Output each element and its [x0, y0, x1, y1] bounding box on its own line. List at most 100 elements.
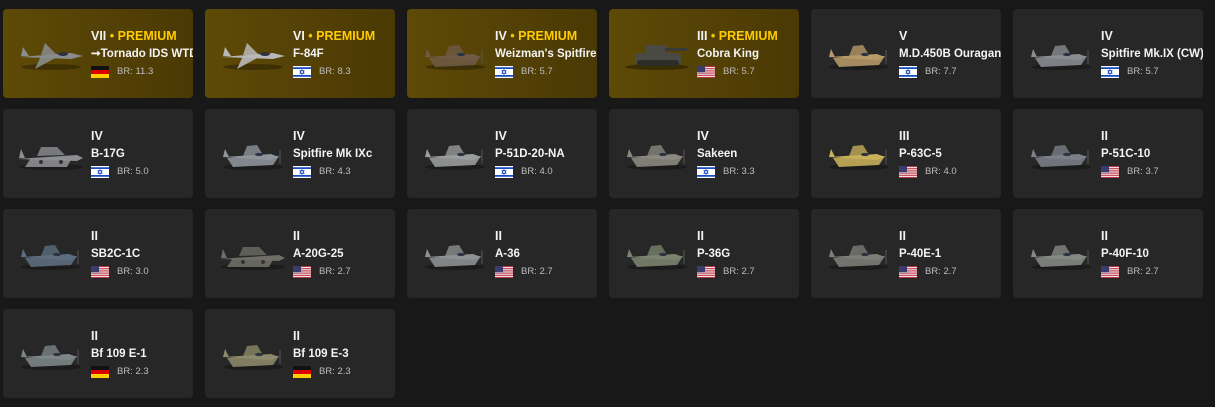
battle-rating: BR: 2.3 — [117, 366, 149, 377]
vehicle-name: SB2C-1C — [91, 248, 141, 260]
flag-usa-icon — [697, 65, 715, 78]
rank-label: II — [293, 229, 300, 243]
vehicle-card-13[interactable]: II A-20G-25 BR: 2.7 — [205, 209, 395, 298]
vehicle-card-15[interactable]: II P-36G BR: 2.7 — [609, 209, 799, 298]
flag-usa-icon — [1101, 265, 1119, 278]
rank-label: II — [91, 329, 98, 343]
rank-line: II — [1101, 229, 1203, 244]
vehicle-name: P-63C-5 — [899, 148, 942, 160]
vehicle-image — [1021, 229, 1099, 277]
vehicle-image — [11, 129, 89, 177]
vehicle-card-10[interactable]: III P-63C-5 BR: 4.0 — [811, 109, 1001, 198]
vehicle-card-4[interactable]: V M.D.450B Ouragan BR: 7.7 — [811, 9, 1001, 98]
rank-line: IV • PREMIUM — [495, 29, 597, 44]
vehicle-card-6[interactable]: IV B-17G BR: 5.0 — [3, 109, 193, 198]
rank-line: IV — [1101, 29, 1203, 44]
flag-israel-icon — [495, 165, 513, 178]
vehicle-name: M.D.450B Ouragan — [899, 48, 1001, 60]
flag-israel-icon — [293, 65, 311, 78]
flag-usa-icon — [293, 265, 311, 278]
vehicle-card-11[interactable]: II P-51C-10 BR: 3.7 — [1013, 109, 1203, 198]
battle-rating: BR: 8.3 — [319, 66, 351, 77]
vehicle-image — [819, 29, 897, 77]
rank-line: III — [899, 129, 1001, 144]
vehicle-card-3[interactable]: III • PREMIUM Cobra King BR: 5.7 — [609, 9, 799, 98]
br-line: BR: 4.0 — [495, 165, 597, 178]
vehicle-info: IV B-17G BR: 5.0 — [91, 129, 193, 178]
premium-label: PREMIUM — [117, 29, 177, 43]
vehicle-name: A-36 — [495, 248, 520, 260]
vehicle-card-7[interactable]: IV Spitfire Mk IXc BR: 4.3 — [205, 109, 395, 198]
vehicle-card-17[interactable]: II P-40F-10 BR: 2.7 — [1013, 209, 1203, 298]
flag-israel-icon — [293, 165, 311, 178]
flag-usa-icon — [1101, 165, 1119, 178]
br-line: BR: 5.7 — [1101, 65, 1203, 78]
premium-badge: • PREMIUM — [711, 29, 778, 43]
vehicle-name: P-51D-20-NA — [495, 148, 565, 160]
vehicle-image — [1021, 129, 1099, 177]
vehicle-card-1[interactable]: VI • PREMIUM F-84F BR: 8.3 — [205, 9, 395, 98]
vehicle-image — [11, 29, 89, 77]
rank-label: II — [697, 229, 704, 243]
rank-line: II — [91, 329, 193, 344]
vehicle-card-14[interactable]: II A-36 BR: 2.7 — [407, 209, 597, 298]
battle-rating: BR: 2.7 — [1127, 266, 1159, 277]
battle-rating: BR: 5.7 — [521, 66, 553, 77]
battle-rating: BR: 4.0 — [925, 166, 957, 177]
premium-badge: • PREMIUM — [510, 29, 577, 43]
br-line: BR: 3.3 — [697, 165, 799, 178]
vehicle-name: P-36G — [697, 248, 731, 260]
vehicle-card-9[interactable]: IV Sakeen BR: 3.3 — [609, 109, 799, 198]
rank-label: II — [899, 229, 906, 243]
flag-israel-icon — [1101, 65, 1119, 78]
vehicle-image — [11, 329, 89, 377]
vehicle-name: Weizman's Spitfire — [495, 48, 597, 60]
rank-label: IV — [697, 129, 709, 143]
vehicle-info: II Bf 109 E-3 BR: 2.3 — [293, 329, 395, 378]
vehicle-card-16[interactable]: II P-40E-1 BR: 2.7 — [811, 209, 1001, 298]
br-line: BR: 11.3 — [91, 65, 193, 78]
rank-line: VI • PREMIUM — [293, 29, 395, 44]
vehicle-image — [213, 29, 291, 77]
vehicle-card-0[interactable]: VII • PREMIUM ➞Tornado IDS WTD61 BR: 11.… — [3, 9, 193, 98]
rank-line: VII • PREMIUM — [91, 29, 193, 44]
rank-label: II — [1101, 129, 1108, 143]
vehicle-name: Spitfire Mk.IX (CW) — [1101, 48, 1203, 60]
br-line: BR: 2.3 — [293, 365, 395, 378]
vehicle-info: III • PREMIUM Cobra King BR: 5.7 — [697, 29, 799, 78]
battle-rating: BR: 2.7 — [925, 266, 957, 277]
flag-usa-icon — [899, 265, 917, 278]
vehicle-card-8[interactable]: IV P-51D-20-NA BR: 4.0 — [407, 109, 597, 198]
rank-label: II — [91, 229, 98, 243]
vehicle-card-18[interactable]: II Bf 109 E-1 BR: 2.3 — [3, 309, 193, 398]
vehicle-card-2[interactable]: IV • PREMIUM Weizman's Spitfire BR: 5.7 — [407, 9, 597, 98]
flag-usa-icon — [697, 265, 715, 278]
vehicle-info: II A-20G-25 BR: 2.7 — [293, 229, 395, 278]
flag-usa-icon — [91, 265, 109, 278]
vehicle-grid: VII • PREMIUM ➞Tornado IDS WTD61 BR: 11.… — [0, 0, 1215, 407]
vehicle-card-5[interactable]: IV Spitfire Mk.IX (CW) BR: 5.7 — [1013, 9, 1203, 98]
premium-label: PREMIUM — [718, 29, 778, 43]
rank-label: V — [899, 29, 908, 43]
vehicle-name: ➞Tornado IDS WTD61 — [91, 48, 193, 60]
vehicle-info: IV Spitfire Mk.IX (CW) BR: 5.7 — [1101, 29, 1203, 78]
vehicle-image — [213, 229, 291, 277]
vehicle-card-12[interactable]: II SB2C-1C BR: 3.0 — [3, 209, 193, 298]
vehicle-info: V M.D.450B Ouragan BR: 7.7 — [899, 29, 1001, 78]
vehicle-name: B-17G — [91, 148, 125, 160]
battle-rating: BR: 5.7 — [1127, 66, 1159, 77]
vehicle-name: Bf 109 E-1 — [91, 348, 147, 360]
battle-rating: BR: 2.3 — [319, 366, 351, 377]
rank-label: IV — [91, 129, 103, 143]
rank-line: II — [1101, 129, 1203, 144]
vehicle-card-19[interactable]: II Bf 109 E-3 BR: 2.3 — [205, 309, 395, 398]
rank-label: IV — [293, 129, 305, 143]
vehicle-info: II P-51C-10 BR: 3.7 — [1101, 129, 1203, 178]
premium-separator: • — [510, 29, 515, 43]
rank-line: V — [899, 29, 1001, 44]
vehicle-image — [213, 329, 291, 377]
br-line: BR: 3.7 — [1101, 165, 1203, 178]
battle-rating: BR: 4.0 — [521, 166, 553, 177]
br-line: BR: 4.3 — [293, 165, 395, 178]
rank-line: II — [495, 229, 597, 244]
